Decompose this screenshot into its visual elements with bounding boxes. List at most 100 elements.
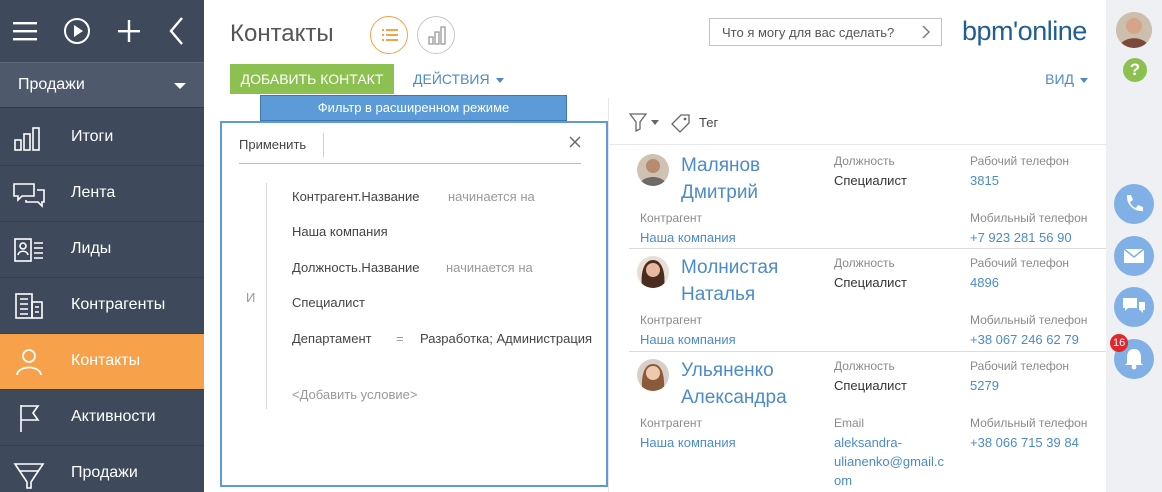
contact-name-line: Дмитрий	[681, 182, 759, 203]
field-label: Email	[834, 416, 865, 430]
chat-button[interactable]	[1114, 287, 1154, 327]
logo: bpm'online	[962, 16, 1087, 46]
sidebar-item-leads[interactable]: Лиды	[0, 222, 204, 278]
email-line: ulianenko@gmail.c	[834, 454, 945, 469]
plus-icon[interactable]	[112, 14, 146, 48]
avatar	[637, 154, 669, 186]
app-window: Продажи Итоги Лента Лиды Контрагенты Кон…	[0, 0, 1162, 492]
sidebar-item-activities[interactable]: Активности	[0, 390, 204, 446]
contact-name-line: Ульяненко	[681, 360, 774, 381]
page-title: Контакты	[230, 20, 334, 47]
add-contact-button[interactable]: ДОБАВИТЬ КОНТАКТ	[230, 64, 394, 94]
apply-filter-button[interactable]: Применить	[239, 137, 306, 152]
list-item[interactable]: Ульяненко Александра Должность Специалис…	[629, 353, 1107, 492]
bar-chart-icon	[14, 127, 40, 151]
work-phone-link[interactable]: 5279	[970, 376, 999, 395]
contact-name-line: Малянов	[681, 155, 761, 176]
add-condition-link[interactable]: <Добавить условие>	[292, 387, 417, 402]
account-link[interactable]: Наша компания	[640, 433, 736, 452]
command-input[interactable]	[710, 19, 915, 45]
mobile-phone-link[interactable]: +38 066 715 39 84	[970, 433, 1079, 452]
email-button[interactable]	[1114, 236, 1154, 276]
tag-icon[interactable]	[671, 113, 691, 133]
logical-operator[interactable]: И	[246, 290, 255, 305]
contact-name[interactable]: Молнистая Наталья	[681, 254, 778, 308]
contact-name-line: Наталья	[681, 284, 756, 305]
sidebar-item-label: Контакты	[71, 352, 141, 369]
user-avatar[interactable]	[1116, 12, 1152, 48]
sidebar-item-label: Лиды	[71, 240, 112, 257]
sidebar-item-feed[interactable]: Лента	[0, 166, 204, 222]
person-icon	[16, 349, 42, 376]
hamburger-menu-icon[interactable]	[8, 14, 42, 48]
caret-down-icon	[495, 77, 504, 83]
caret-down-icon[interactable]	[651, 120, 659, 126]
condition-field[interactable]: Департамент	[292, 331, 372, 346]
contacts-list: Тег Малянов Дмитрий Должность Специалист…	[608, 98, 1107, 492]
field-label: Контрагент	[640, 416, 703, 430]
view-menu[interactable]: ВИД	[1045, 71, 1088, 87]
sidebar: Продажи Итоги Лента Лиды Контрагенты Кон…	[0, 0, 204, 492]
actions-menu[interactable]: ДЕЙСТВИЯ	[413, 71, 504, 87]
condition-value[interactable]: Разработка; Администрация	[420, 331, 592, 346]
contact-name-line: Молнистая	[681, 257, 779, 278]
contact-name-line: Александра	[681, 387, 787, 408]
contact-name[interactable]: Малянов Дмитрий	[681, 152, 760, 206]
caret-down-icon	[1080, 77, 1088, 83]
position-value: Специалист	[834, 173, 907, 188]
sidebar-item-contacts[interactable]: Контакты	[0, 334, 204, 390]
work-phone-link[interactable]: 3815	[970, 171, 999, 190]
mobile-phone-link[interactable]: +38 067 246 62 79	[970, 330, 1079, 349]
sidebar-item-dashboards[interactable]: Итоги	[0, 110, 204, 166]
filter-icon[interactable]	[629, 112, 647, 132]
chevron-right-icon[interactable]	[919, 25, 933, 39]
sidebar-item-label: Продажи	[71, 464, 138, 481]
sidebar-toolbar	[0, 0, 204, 62]
list-view-button[interactable]	[370, 16, 408, 54]
caret-down-icon	[174, 83, 186, 89]
field-label: Рабочий телефон	[970, 256, 1070, 270]
sidebar-item-opportunities[interactable]: Продажи	[0, 446, 204, 492]
workspace-selector[interactable]: Продажи	[0, 62, 204, 108]
condition-comparison[interactable]: начинается на	[446, 260, 533, 275]
sidebar-item-label: Лента	[71, 184, 116, 201]
condition-field[interactable]: Контрагент.Название	[292, 189, 419, 204]
building-icon	[15, 293, 43, 319]
command-line[interactable]	[709, 18, 942, 46]
list-item[interactable]: Молнистая Наталья Должность Специалист Р…	[629, 250, 1107, 352]
condition-comparison[interactable]: =	[396, 331, 404, 346]
mobile-phone-link[interactable]: +7 923 281 56 90	[970, 228, 1072, 247]
condition-value[interactable]: Специалист	[292, 295, 365, 310]
account-link[interactable]: Наша компания	[640, 228, 736, 247]
email-link[interactable]: aleksandra- ulianenko@gmail.c om	[834, 433, 944, 490]
tag-label[interactable]: Тег	[699, 115, 718, 130]
advanced-filter-tab[interactable]: Фильтр в расширенном режиме	[260, 95, 567, 121]
close-icon[interactable]	[568, 135, 582, 149]
phone-button[interactable]	[1114, 184, 1154, 224]
advanced-filter-panel: Применить И Контрагент.Название начинает…	[220, 121, 608, 487]
chat-bubbles-icon	[13, 183, 45, 208]
funnel-icon	[13, 463, 45, 489]
field-label: Должность	[834, 154, 895, 168]
work-phone-link[interactable]: 4896	[970, 273, 999, 292]
analytics-view-button[interactable]	[417, 16, 455, 54]
lead-card-icon	[14, 238, 43, 262]
main-content: Контакты bpm'online ДОБАВИТЬ КОНТАКТ ДЕЙ…	[204, 0, 1107, 492]
field-label: Контрагент	[640, 313, 703, 327]
list-item[interactable]: Малянов Дмитрий Должность Специалист Раб…	[629, 148, 1107, 249]
field-label: Мобильный телефон	[970, 416, 1088, 430]
sidebar-item-accounts[interactable]: Контрагенты	[0, 278, 204, 334]
condition-field[interactable]: Должность.Название	[292, 260, 420, 275]
account-link[interactable]: Наша компания	[640, 330, 736, 349]
field-label: Рабочий телефон	[970, 154, 1070, 168]
play-icon[interactable]	[60, 14, 94, 48]
avatar	[637, 359, 669, 391]
field-label: Рабочий телефон	[970, 359, 1070, 373]
condition-comparison[interactable]: начинается на	[448, 189, 535, 204]
condition-value[interactable]: Наша компания	[292, 224, 388, 239]
help-button[interactable]: ?	[1123, 58, 1147, 82]
chevron-left-icon[interactable]	[160, 14, 194, 48]
field-label: Мобильный телефон	[970, 313, 1088, 327]
field-label: Должность	[834, 359, 895, 373]
contact-name[interactable]: Ульяненко Александра	[681, 357, 787, 411]
